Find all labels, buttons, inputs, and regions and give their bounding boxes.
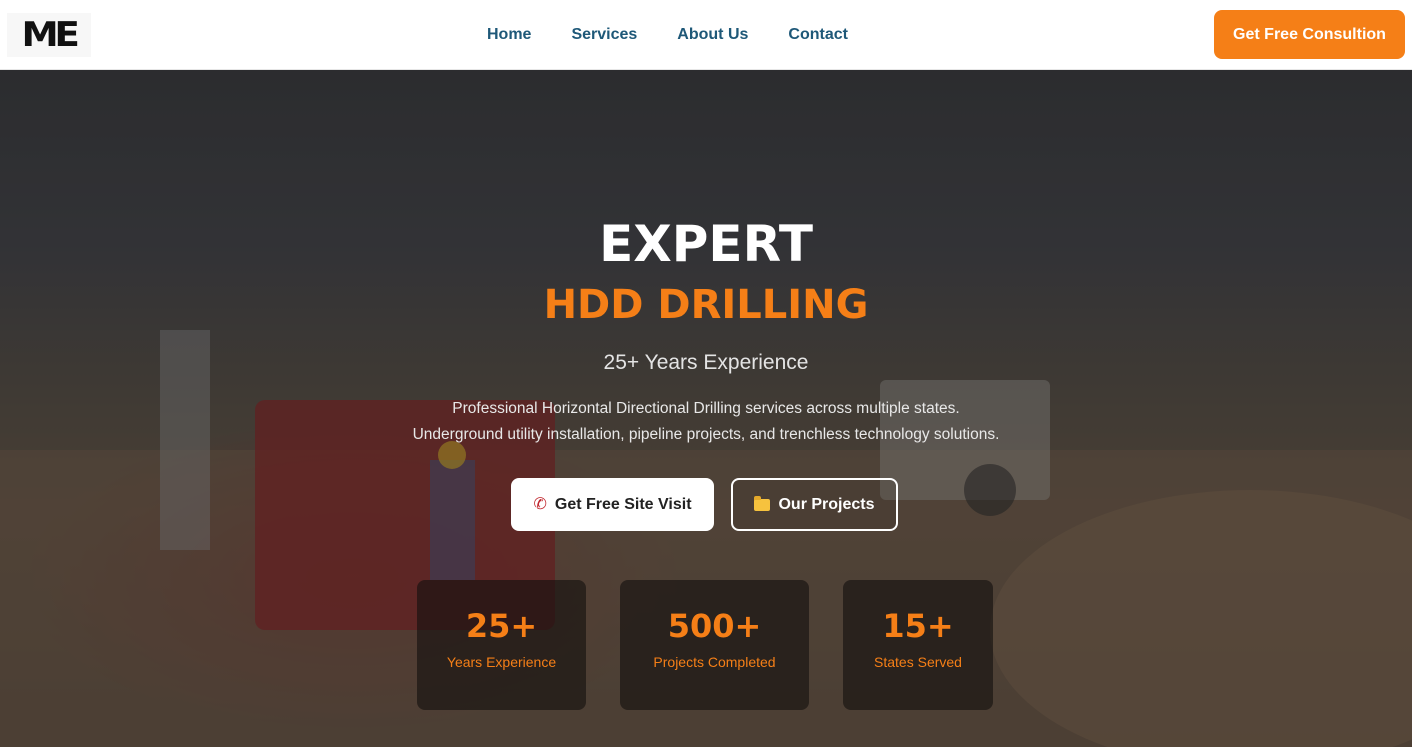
hero-description: Professional Horizontal Directional Dril… bbox=[0, 396, 1412, 448]
get-free-site-visit-button[interactable]: ✆ Get Free Site Visit bbox=[511, 478, 714, 531]
logo-text: ME bbox=[22, 15, 80, 55]
stat-card-projects: 500+ Projects Completed bbox=[620, 580, 809, 710]
stat-card-years: 25+ Years Experience bbox=[417, 580, 586, 710]
nav-link-contact[interactable]: Contact bbox=[788, 25, 848, 45]
stat-label: States Served bbox=[874, 654, 962, 670]
folder-icon bbox=[754, 495, 771, 511]
stat-value: 15+ bbox=[882, 607, 954, 645]
our-projects-button[interactable]: Our Projects bbox=[731, 478, 898, 531]
our-projects-label: Our Projects bbox=[778, 495, 875, 513]
hero-tagline: 25+ Years Experience bbox=[603, 351, 809, 374]
hero-section: EXPERT HDD DRILLING 25+ Years Experience… bbox=[0, 70, 1412, 747]
phone-icon: ✆ bbox=[533, 495, 547, 513]
stat-label: Years Experience bbox=[446, 654, 557, 670]
get-free-consultation-button[interactable]: Get Free Consultion bbox=[1214, 10, 1405, 59]
hero-description-line-1: Professional Horizontal Directional Dril… bbox=[452, 400, 960, 417]
main-nav: Home Services About Us Contact bbox=[487, 25, 888, 45]
stat-label: Projects Completed bbox=[653, 654, 776, 670]
stat-value: 25+ bbox=[465, 607, 538, 645]
stat-value: 500+ bbox=[667, 607, 762, 645]
stat-card-states: 15+ States Served bbox=[843, 580, 993, 710]
nav-link-home[interactable]: Home bbox=[487, 25, 531, 45]
top-navbar: ME Home Services About Us Contact Get Fr… bbox=[0, 0, 1412, 70]
nav-link-about-us[interactable]: About Us bbox=[677, 25, 748, 45]
get-free-site-visit-label: Get Free Site Visit bbox=[554, 495, 692, 513]
brand-logo[interactable]: ME bbox=[7, 13, 91, 57]
nav-link-services[interactable]: Services bbox=[571, 25, 637, 45]
hero-description-line-2: Underground utility installation, pipeli… bbox=[412, 426, 1000, 443]
hero-subtitle: HDD DRILLING bbox=[543, 282, 869, 328]
hero-title: EXPERT bbox=[599, 215, 813, 273]
